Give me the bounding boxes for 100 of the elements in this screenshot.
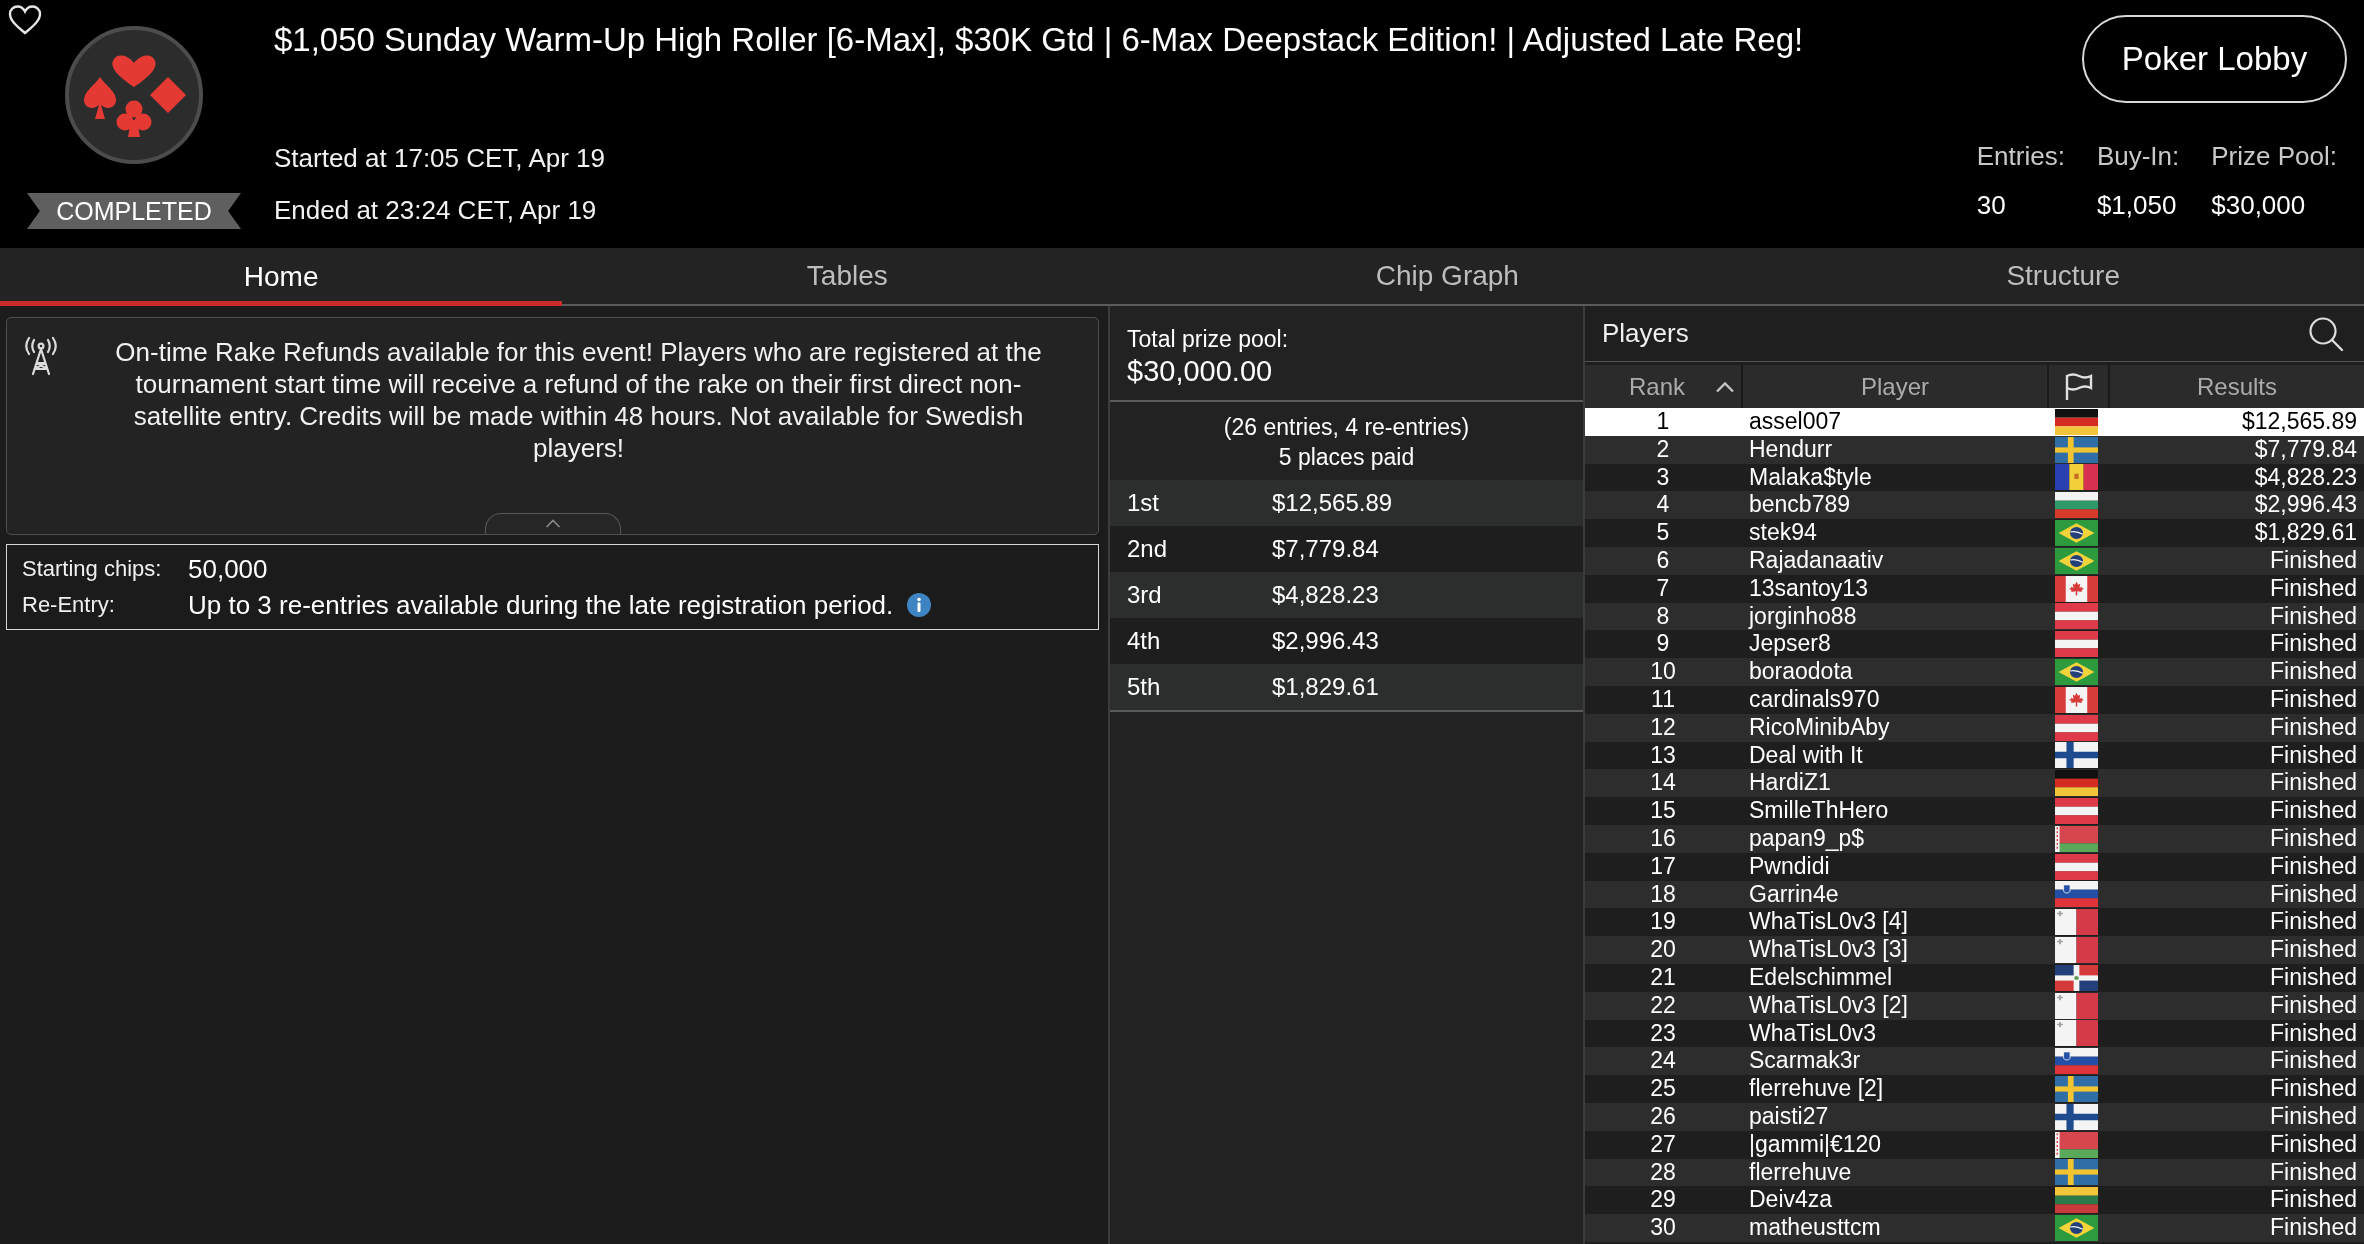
- player-name-cell-text: |gammi|€120: [1748, 1130, 1883, 1159]
- column-header[interactable]: Player: [1743, 365, 2047, 408]
- result-cell-text: Finished: [2269, 824, 2358, 853]
- player-row[interactable]: 28 flerrehuve Finished: [1585, 1158, 2364, 1187]
- search-icon[interactable]: [2308, 315, 2344, 352]
- player-row[interactable]: 20 WhaTisL0v3 [3] Finished: [1585, 936, 2364, 964]
- result-cell-text: $2,996.43: [2253, 491, 2358, 520]
- column-header[interactable]: Rank: [1585, 365, 1741, 408]
- player-row[interactable]: 18 Garrin4e Finished: [1585, 880, 2364, 909]
- stat-label: Entries:: [1976, 140, 2065, 173]
- result-cell-text: Finished: [2269, 797, 2358, 825]
- player-name-cell-text: WhaTisL0v3 [2]: [1748, 991, 1909, 1020]
- result-cell-text: Finished: [2269, 991, 2358, 1020]
- player-row[interactable]: 10 boraodota Finished: [1585, 658, 2364, 686]
- player-row[interactable]: 12 RicoMinibAby Finished: [1585, 713, 2364, 742]
- rank-cell-text: 14: [1649, 769, 1677, 798]
- rank-cell-text: 26: [1649, 1102, 1677, 1131]
- rank-cell-text: 27: [1649, 1130, 1677, 1159]
- detail-label: Re-Entry:: [22, 591, 116, 619]
- player-row[interactable]: 8 jorginho88 Finished: [1585, 602, 2364, 631]
- stat-value: $30,000: [2211, 189, 2307, 222]
- result-cell-text: Finished: [2269, 769, 2358, 798]
- player-name-cell-text: HardiZ1: [1748, 769, 1832, 798]
- player-name-cell-text: jorginho88: [1747, 602, 1858, 631]
- player-row[interactable]: 4 bencb789 $2,996.43: [1585, 491, 2364, 520]
- player-name-cell-text: SmilleThHero: [1748, 797, 1890, 825]
- player-row[interactable]: 24 Scarmak3r Finished: [1585, 1047, 2364, 1076]
- rank-cell-text: 9: [1655, 630, 1671, 659]
- player-name-cell-text: papan9_p$: [1748, 824, 1866, 853]
- slovenia-flag-icon: [2055, 1048, 2098, 1075]
- player-row[interactable]: 16 papan9_p$ Finished: [1585, 824, 2364, 853]
- player-row[interactable]: 26 paisti27 Finished: [1585, 1102, 2364, 1131]
- column-header[interactable]: [2049, 365, 2108, 408]
- result-cell-text: Finished: [2269, 547, 2358, 575]
- column-header[interactable]: Results: [2110, 365, 2364, 408]
- tab[interactable]: Chip Graph: [1132, 248, 1763, 304]
- player-name-cell-text: paisti27: [1748, 1102, 1830, 1131]
- heart-icon[interactable]: [8, 5, 42, 35]
- tournament-title: $1,050 Sunday Warm-Up High Roller [6-Max], $30K Gtd | 6-Max Deepstack Edition! | Adjusted Late Reg!: [274, 20, 1805, 60]
- prize-pool-amount: $30,000.00: [1127, 354, 1274, 388]
- result-cell-text: Finished: [2269, 741, 2358, 770]
- result-cell-text: Finished: [2269, 908, 2358, 937]
- info-icon[interactable]: [907, 593, 932, 617]
- tab[interactable]: Tables: [562, 248, 1133, 304]
- payout-amount-cell-text: $2,996.43: [1272, 627, 1380, 655]
- player-name-cell-text: Deal with It: [1748, 741, 1864, 770]
- austria-flag-icon: [2055, 714, 2098, 741]
- antenna-icon: [23, 336, 59, 376]
- player-name-cell-text: assel007: [1748, 408, 1843, 436]
- result-cell-text: Finished: [2269, 1186, 2358, 1215]
- payout-amount-cell-text: $7,779.84: [1272, 535, 1380, 563]
- player-name-cell-text: Jepser8: [1748, 630, 1832, 659]
- brazil-flag-icon: [2055, 520, 2098, 547]
- player-name-cell-text: Scarmak3r: [1748, 1047, 1862, 1076]
- place-cell-text: 4th: [1127, 627, 1162, 655]
- austria-flag-icon: [2055, 631, 2098, 658]
- austria-flag-icon: [2055, 853, 2098, 880]
- rank-cell-text: 17: [1649, 852, 1677, 881]
- panel-title: Players: [1602, 318, 1689, 349]
- result-cell-text: $1,829.61: [2253, 519, 2358, 547]
- player-name-cell-text: Edelschimmel: [1748, 963, 1894, 992]
- player-row[interactable]: 14 HardiZ1 Finished: [1585, 769, 2364, 798]
- andorra-flag-icon: [2055, 464, 2098, 491]
- payout-amount-cell-text: $4,828.23: [1272, 581, 1380, 609]
- player-name-cell-text: flerrehuve: [1748, 1158, 1853, 1187]
- player-name-cell-text: 13santoy13: [1748, 574, 1869, 603]
- rank-cell-text: 25: [1649, 1075, 1677, 1103]
- player-name-cell-text: WhaTisL0v3 [4]: [1748, 908, 1909, 937]
- player-row[interactable]: 2 Hendurr $7,779.84: [1585, 435, 2364, 464]
- detail-value: 50,000: [188, 553, 268, 586]
- rank-cell-text: 22: [1649, 991, 1677, 1020]
- sweden-flag-icon: [2055, 1159, 2098, 1186]
- poker-lobby-button[interactable]: Poker Lobby: [2082, 15, 2347, 103]
- result-cell-text: Finished: [2269, 963, 2358, 992]
- player-name-cell-text: bencb789: [1748, 491, 1852, 520]
- tab[interactable]: Home: [0, 248, 563, 306]
- result-cell-text: Finished: [2269, 685, 2358, 714]
- player-row[interactable]: 6 Rajadanaativ Finished: [1585, 547, 2364, 575]
- rank-cell-text: 13: [1649, 741, 1677, 770]
- rank-cell-text: 8: [1655, 602, 1671, 631]
- stat-label: Prize Pool:: [2211, 140, 2337, 173]
- result-cell-text: Finished: [2269, 880, 2358, 909]
- result-cell-text: Finished: [2269, 658, 2358, 686]
- player-row[interactable]: 22 WhaTisL0v3 [2] Finished: [1585, 991, 2364, 1020]
- result-cell-text: Finished: [2269, 1158, 2358, 1187]
- payout-amount-cell-text: $1,829.61: [1272, 673, 1380, 701]
- status-ribbon: COMPLETED: [27, 193, 241, 229]
- germany-flag-icon: [2055, 770, 2098, 797]
- end-time-text: Ended at 23:24 CET, Apr 19: [274, 194, 598, 227]
- rank-cell-text: 24: [1649, 1047, 1677, 1076]
- place-cell-text: 3rd: [1127, 581, 1163, 609]
- tab[interactable]: Structure: [1762, 248, 2364, 304]
- player-name-cell-text: boraodota: [1748, 658, 1854, 686]
- austria-flag-icon: [2055, 798, 2098, 825]
- player-row[interactable]: 1 assel007 $12,565.89: [1585, 408, 2364, 436]
- result-cell-text: Finished: [2269, 602, 2358, 631]
- rank-cell-text: 18: [1649, 880, 1677, 909]
- player-name-cell-text: WhaTisL0v3: [1748, 1019, 1877, 1048]
- player-row[interactable]: 30 matheusttcm Finished: [1585, 1214, 2364, 1242]
- entries-note: (26 entries, 4 re-entries): [1222, 413, 1471, 442]
